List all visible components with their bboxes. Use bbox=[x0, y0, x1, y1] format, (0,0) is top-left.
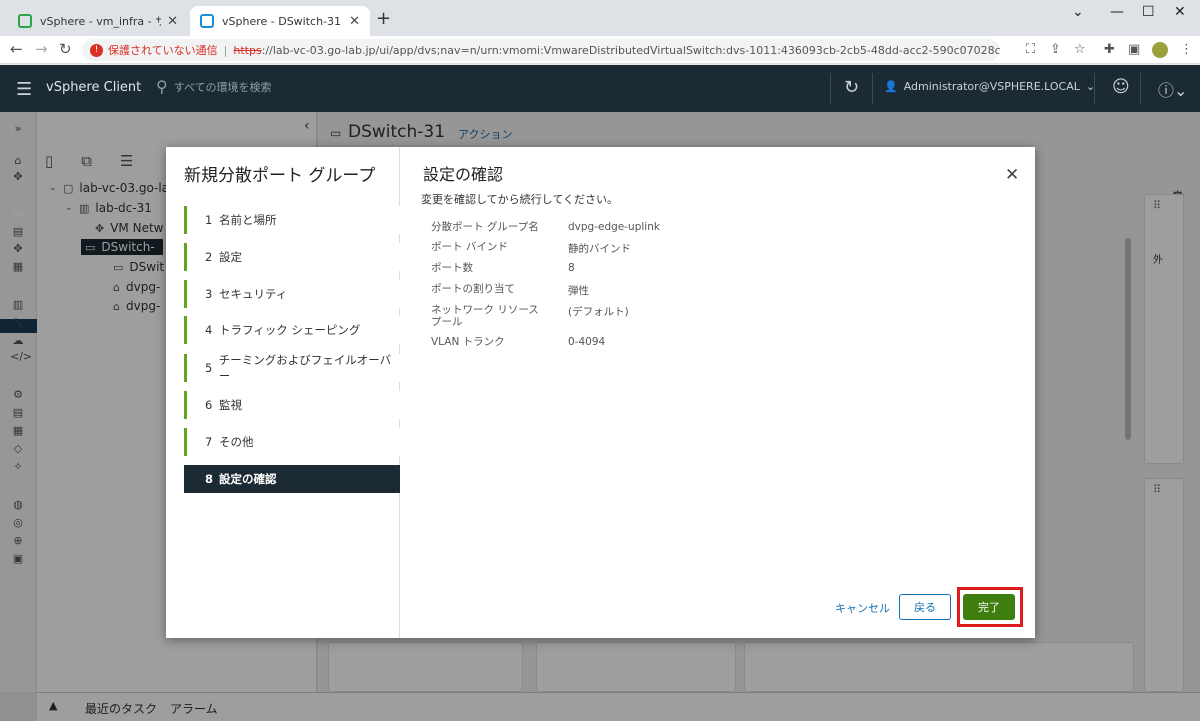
new-tab-icon[interactable]: + bbox=[376, 8, 391, 29]
global-search[interactable]: ⚲ すべての環境を検索 bbox=[156, 77, 272, 96]
maximize-icon[interactable]: ☐ bbox=[1142, 4, 1155, 20]
tab-label: vSphere - vm_infra - サマリ bbox=[40, 15, 162, 28]
step-label: 監視 bbox=[219, 398, 242, 412]
translate-icon[interactable]: ⛶ bbox=[1026, 42, 1035, 57]
step-label: 設定の確認 bbox=[219, 472, 277, 486]
app-brand: vSphere Client bbox=[46, 80, 142, 95]
url-scheme: https bbox=[233, 43, 262, 57]
wizard-step-6[interactable]: 6 監視 bbox=[184, 391, 400, 419]
profile-avatar[interactable] bbox=[1152, 42, 1168, 58]
vsphere-favicon-icon bbox=[200, 14, 214, 28]
step-number: 1 bbox=[205, 213, 213, 227]
help-icon[interactable]: ⓘ⌄ bbox=[1158, 77, 1187, 101]
setting-value: dvpg-edge-uplink bbox=[568, 221, 660, 233]
feedback-smiley-icon[interactable]: ☺ bbox=[1112, 77, 1130, 97]
not-secure-label: 保護されていない通信 bbox=[108, 44, 218, 57]
step-label: 設定 bbox=[219, 250, 242, 264]
setting-value: 8 bbox=[568, 262, 575, 274]
search-placeholder: すべての環境を検索 bbox=[173, 80, 272, 94]
vsphere-header: ☰ vSphere Client ⚲ すべての環境を検索 ↻ 👤 Adminis… bbox=[0, 65, 1200, 112]
url-path: ://lab-vc-03.go-lab.jp/ui/app/dvs;nav=n/… bbox=[261, 43, 1000, 57]
setting-label: ポート数 bbox=[431, 262, 473, 274]
cancel-button[interactable]: キャンセル bbox=[835, 600, 890, 616]
setting-value: 弾性 bbox=[568, 285, 589, 297]
browser-tab-dswitch[interactable]: vSphere - DSwitch-31 - サマリ ✕ bbox=[190, 6, 370, 36]
wizard-steps-panel: 新規分散ポート グループ 1 名前と場所 2 設定 3 セキュリティ 4 トラフィック … bbox=[166, 147, 400, 638]
user-icon: 👤 bbox=[884, 80, 898, 93]
setting-value: 静的バインド bbox=[568, 243, 631, 255]
wizard-step-2[interactable]: 2 設定 bbox=[184, 243, 400, 271]
sidepanel-icon[interactable]: ▣ bbox=[1128, 42, 1140, 57]
setting-label: ネットワーク リソース プール bbox=[431, 304, 539, 328]
bookmark-star-icon[interactable]: ☆ bbox=[1074, 42, 1086, 57]
chevron-down-icon[interactable]: ⌄ bbox=[1072, 4, 1084, 20]
url-input[interactable]: ! 保護されていない通信 | https ://lab-vc-03.go-lab… bbox=[82, 39, 1000, 61]
wizard-title: 新規分散ポート グループ bbox=[184, 166, 376, 186]
close-icon[interactable]: ✕ bbox=[1005, 165, 1019, 185]
wizard-step-7[interactable]: 7 その他 bbox=[184, 428, 400, 456]
step-label: チーミングおよびフェイルオーバー bbox=[218, 353, 392, 383]
setting-label: VLAN トランク bbox=[431, 336, 505, 348]
minimize-icon[interactable]: — bbox=[1110, 4, 1124, 20]
setting-value: 0-4094 bbox=[568, 336, 606, 348]
wizard-step-1[interactable]: 1 名前と場所 bbox=[184, 206, 400, 234]
reload-icon[interactable]: ↻ bbox=[59, 40, 72, 58]
user-name: Administrator@VSPHERE.LOCAL bbox=[903, 80, 1080, 93]
setting-label: 分散ポート グループ名 bbox=[431, 221, 539, 233]
step-label: トラフィック シェーピング bbox=[219, 323, 361, 337]
vsphere-favicon-icon bbox=[18, 14, 32, 28]
warning-icon: ! bbox=[90, 43, 103, 57]
back-button[interactable]: 戻る bbox=[899, 594, 951, 620]
highlight-annotation bbox=[957, 587, 1023, 627]
url-separator: | bbox=[223, 43, 228, 57]
step-number: 4 bbox=[205, 323, 213, 337]
close-icon[interactable]: ✕ bbox=[167, 14, 178, 29]
wizard-step-5[interactable]: 5 チーミングおよびフェイルオーバー bbox=[184, 353, 400, 383]
step-number: 2 bbox=[205, 250, 213, 264]
window-close-icon[interactable]: ✕ bbox=[1174, 4, 1186, 20]
menu-kebab-icon[interactable]: ⋮ bbox=[1180, 42, 1193, 57]
wizard-description: 変更を確認してから続行してください。 bbox=[421, 193, 619, 206]
header-divider bbox=[872, 73, 873, 104]
wizard-page-title: 設定の確認 bbox=[423, 165, 504, 184]
wizard-content: 設定の確認 ✕ 変更を確認してから続行してください。 分散ポート グループ名 d… bbox=[401, 147, 1035, 638]
hamburger-menu-icon[interactable]: ☰ bbox=[16, 79, 32, 100]
search-icon: ⚲ bbox=[156, 77, 168, 96]
header-divider bbox=[1140, 73, 1141, 104]
new-portgroup-wizard: 新規分散ポート グループ 1 名前と場所 2 設定 3 セキュリティ 4 トラフィック … bbox=[166, 147, 1035, 638]
refresh-icon[interactable]: ↻ bbox=[844, 77, 859, 98]
wizard-step-3[interactable]: 3 セキュリティ bbox=[184, 280, 400, 308]
browser-tab-strip: vSphere - vm_infra - サマリ ✕ vSphere - DSw… bbox=[0, 0, 1200, 36]
wizard-step-8[interactable]: 8 設定の確認 bbox=[184, 465, 400, 493]
step-label: セキュリティ bbox=[219, 287, 288, 301]
step-number: 7 bbox=[205, 435, 213, 449]
share-icon[interactable]: ⇪ bbox=[1050, 42, 1061, 57]
step-number: 6 bbox=[205, 398, 213, 412]
setting-label: ポートの割り当て bbox=[431, 283, 515, 295]
close-icon[interactable]: ✕ bbox=[349, 14, 360, 29]
user-menu[interactable]: 👤 Administrator@VSPHERE.LOCAL ⌄ bbox=[884, 80, 1095, 93]
header-divider bbox=[1094, 73, 1095, 104]
setting-label: ポート バインド bbox=[431, 241, 508, 253]
back-arrow-icon[interactable]: ← bbox=[10, 40, 23, 58]
step-number: 3 bbox=[205, 287, 213, 301]
wizard-step-4[interactable]: 4 トラフィック シェーピング bbox=[184, 316, 400, 344]
step-label: 名前と場所 bbox=[219, 213, 277, 227]
step-number: 8 bbox=[205, 472, 214, 486]
step-number: 5 bbox=[205, 361, 213, 375]
forward-arrow-icon[interactable]: → bbox=[35, 40, 48, 58]
step-label: その他 bbox=[219, 435, 254, 449]
header-divider bbox=[830, 73, 831, 104]
setting-value: (デフォルト) bbox=[568, 306, 629, 318]
browser-tab-vm-infra[interactable]: vSphere - vm_infra - サマリ ✕ bbox=[8, 6, 188, 36]
tab-label: vSphere - DSwitch-31 - サマリ bbox=[222, 15, 343, 28]
address-bar: ← → ↻ ! 保護されていない通信 | https ://lab-vc-03.… bbox=[0, 36, 1200, 64]
extensions-icon[interactable]: ✚ bbox=[1104, 42, 1115, 57]
